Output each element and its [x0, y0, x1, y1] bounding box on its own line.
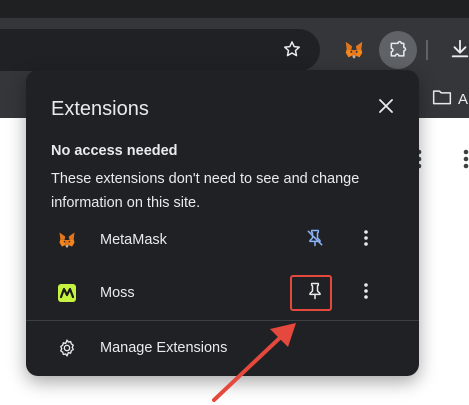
extension-name: MetaMask — [100, 232, 167, 248]
unpin-button[interactable] — [302, 227, 328, 253]
more-vert-icon — [363, 282, 369, 305]
more-options-button[interactable] — [357, 280, 375, 306]
extension-row-metamask[interactable]: MetaMask — [26, 218, 419, 262]
folder-icon — [432, 88, 452, 110]
bookmark-folder-label: A — [458, 90, 469, 108]
close-button[interactable] — [375, 97, 397, 119]
more-options-button[interactable] — [357, 227, 375, 253]
highlight-box — [290, 275, 332, 311]
address-bar[interactable] — [0, 29, 320, 71]
popup-title: Extensions — [51, 98, 149, 120]
extensions-puzzle-icon[interactable] — [379, 31, 417, 69]
gear-icon — [57, 338, 77, 358]
annotation-arrow — [212, 323, 296, 402]
close-icon — [379, 98, 393, 118]
download-icon[interactable] — [448, 37, 469, 61]
star-icon[interactable] — [281, 38, 303, 60]
extension-row-moss[interactable]: Moss — [26, 271, 419, 315]
page-more-icon-2[interactable] — [462, 148, 469, 175]
metamask-icon[interactable] — [342, 38, 366, 62]
bookmark-folder[interactable]: A — [432, 88, 468, 110]
toolbar-divider — [426, 40, 428, 60]
pin-off-icon — [305, 228, 325, 253]
more-vert-icon — [363, 229, 369, 252]
moss-icon — [56, 282, 78, 304]
section-description: These extensions don't need to see and c… — [51, 171, 360, 211]
section-heading: No access needed — [51, 143, 178, 159]
browser-title-bar — [0, 0, 469, 18]
extension-name: Moss — [100, 285, 135, 301]
metamask-icon — [56, 229, 78, 251]
